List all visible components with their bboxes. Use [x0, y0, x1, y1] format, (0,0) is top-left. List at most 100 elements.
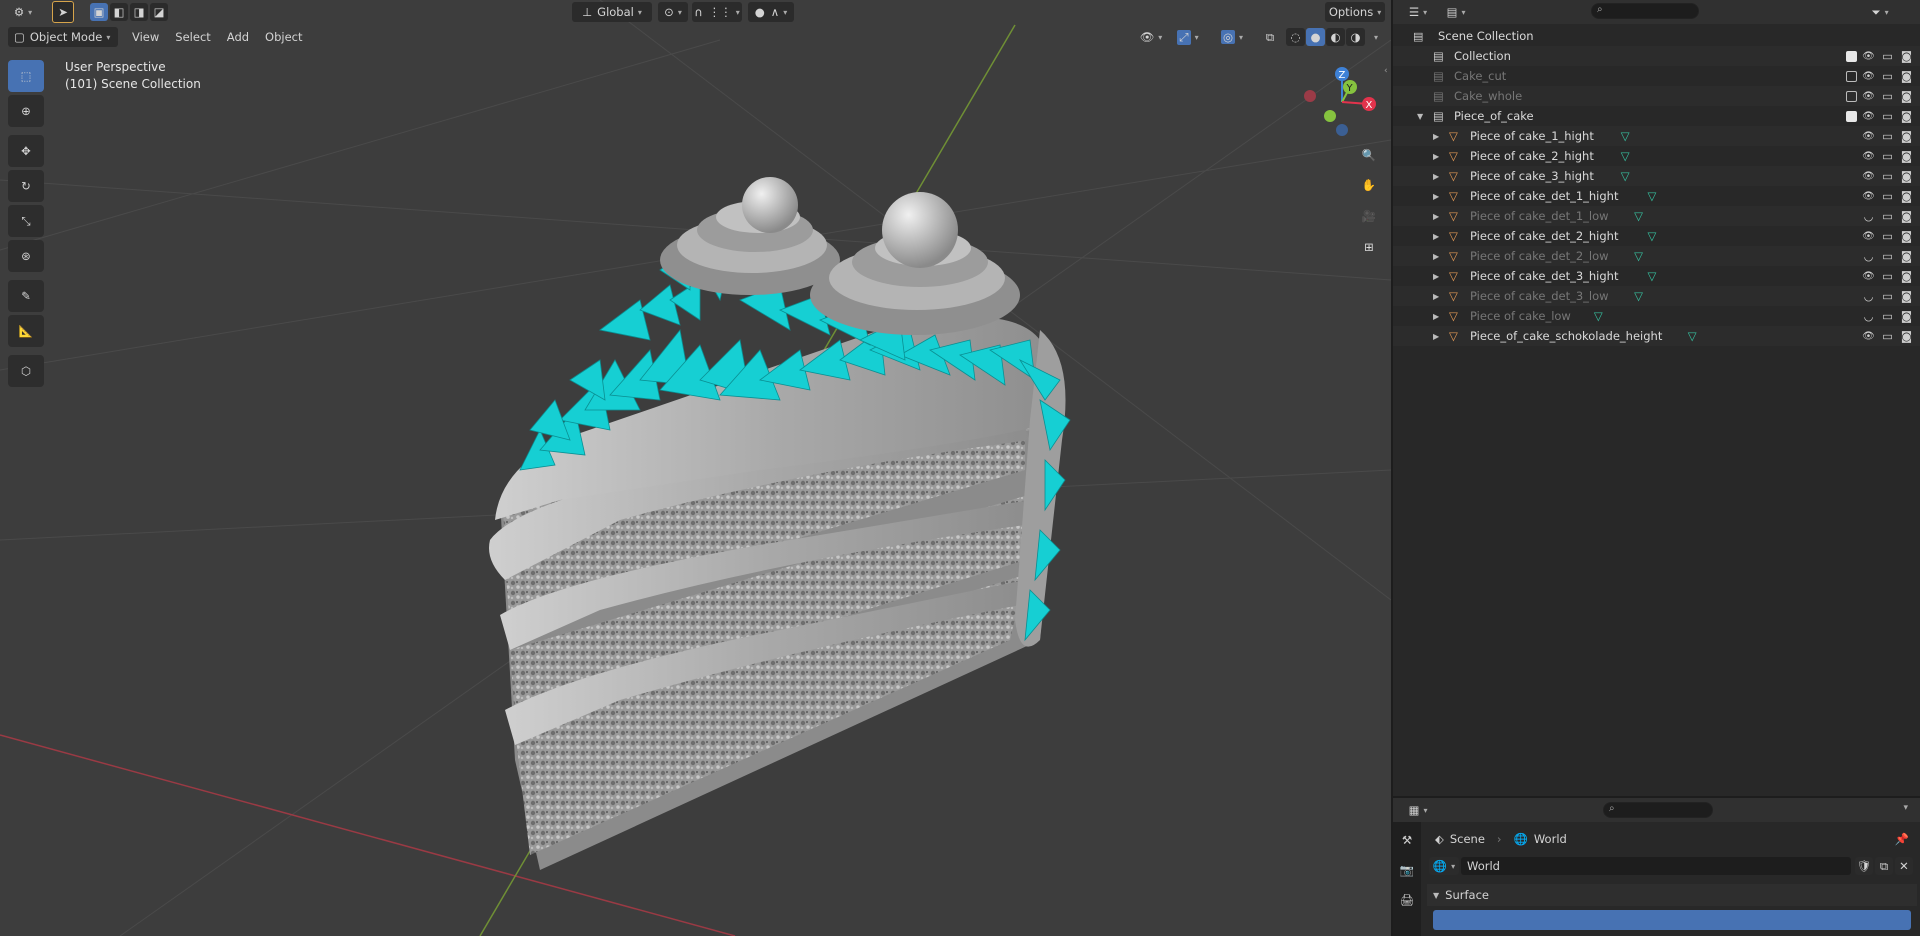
- eye-icon[interactable]: 👁: [1861, 189, 1876, 203]
- overlays-toggle[interactable]: ◎ ▾: [1214, 27, 1250, 47]
- eye-icon[interactable]: 👁: [1861, 149, 1876, 163]
- select-tool-button[interactable]: ➤: [52, 1, 74, 23]
- menu-view[interactable]: View: [124, 27, 167, 47]
- subtract-selection-button[interactable]: ◨: [130, 3, 148, 21]
- fake-user-button[interactable]: 🛡: [1855, 857, 1873, 875]
- properties-collapse-icon[interactable]: ▾: [1903, 803, 1908, 813]
- measure-tool[interactable]: 📐: [8, 315, 44, 347]
- render-camera-icon[interactable]: ◙: [1899, 169, 1914, 183]
- outliner-row[interactable]: ▤ Cake_cut 👁 ▭ ◙: [1393, 66, 1920, 86]
- gizmo-toggle[interactable]: ⤢ ▾: [1170, 27, 1206, 47]
- expand-toggle-icon[interactable]: ▶: [1433, 272, 1439, 281]
- outliner-row[interactable]: ▶ ▽ Piece_of_cake_schokolade_height ▽ 👁 ▭ ◙: [1393, 326, 1920, 346]
- monitor-icon[interactable]: ▭: [1880, 109, 1895, 123]
- render-camera-icon[interactable]: ◙: [1899, 229, 1914, 243]
- outliner-row[interactable]: ▶ ▽ Piece of cake_low ▽ ◡ ▭ ◙: [1393, 306, 1920, 326]
- outliner-editor-type-button[interactable]: ☰ ▾: [1403, 2, 1433, 22]
- mesh-data-icon[interactable]: ▽: [1648, 269, 1657, 283]
- unlink-world-button[interactable]: ✕: [1895, 857, 1913, 875]
- outliner-row-label[interactable]: Piece of cake_3_hight: [1470, 169, 1594, 183]
- render-camera-icon[interactable]: ◙: [1899, 309, 1914, 323]
- add-cube-tool[interactable]: ⬡: [8, 355, 44, 387]
- outliner-row-label[interactable]: Collection: [1454, 49, 1511, 63]
- annotate-tool[interactable]: ✎: [8, 280, 44, 312]
- ortho-toggle-button[interactable]: ⊞: [1357, 235, 1381, 259]
- outliner-row-label[interactable]: Piece of cake_low: [1470, 309, 1571, 323]
- monitor-icon[interactable]: ▭: [1880, 89, 1895, 103]
- mesh-data-icon[interactable]: ▽: [1634, 249, 1643, 263]
- extend-selection-button[interactable]: ◧: [110, 3, 128, 21]
- monitor-icon[interactable]: ▭: [1880, 229, 1895, 243]
- render-camera-icon[interactable]: ◙: [1899, 189, 1914, 203]
- wireframe-shading-button[interactable]: ◌: [1286, 28, 1305, 46]
- eye-closed-icon[interactable]: ◡: [1861, 309, 1876, 323]
- expand-toggle-icon[interactable]: ▶: [1433, 192, 1439, 201]
- gizmo-neg-x-axis[interactable]: [1304, 90, 1316, 102]
- monitor-icon[interactable]: ▭: [1880, 49, 1895, 63]
- eye-icon[interactable]: 👁: [1861, 169, 1876, 183]
- outliner-row-label[interactable]: Piece of cake_det_2_hight: [1470, 229, 1618, 243]
- visibility-dropdown[interactable]: 👁 ▾: [1135, 27, 1167, 47]
- exclude-checkbox[interactable]: [1846, 70, 1857, 82]
- scale-tool[interactable]: ⤡: [8, 205, 44, 237]
- monitor-icon[interactable]: ▭: [1880, 269, 1895, 283]
- eye-icon[interactable]: 👁: [1861, 69, 1876, 83]
- tab-output[interactable]: 🖨: [1395, 888, 1419, 912]
- render-camera-icon[interactable]: ◙: [1899, 329, 1914, 343]
- pin-icon[interactable]: 📌: [1895, 832, 1909, 846]
- monitor-icon[interactable]: ▭: [1880, 169, 1895, 183]
- eye-icon[interactable]: 👁: [1861, 129, 1876, 143]
- monitor-icon[interactable]: ▭: [1880, 209, 1895, 223]
- filter-dropdown[interactable]: ⏷ ▾: [1863, 2, 1897, 22]
- outliner-row[interactable]: ▶ ▽ Piece of cake_det_3_low ▽ ◡ ▭ ◙: [1393, 286, 1920, 306]
- mesh-data-icon[interactable]: ▽: [1621, 129, 1630, 143]
- exclude-checkbox[interactable]: [1846, 110, 1857, 122]
- expand-toggle-icon[interactable]: ▶: [1433, 232, 1439, 241]
- eye-icon[interactable]: 👁: [1861, 89, 1876, 103]
- camera-view-button[interactable]: 🎥: [1357, 204, 1381, 228]
- exclude-checkbox[interactable]: [1846, 50, 1857, 62]
- sidebar-toggle-icon[interactable]: ‹: [1384, 66, 1388, 76]
- outliner-row[interactable]: ▶ ▽ Piece of cake_1_hight ▽ 👁 ▭ ◙: [1393, 126, 1920, 146]
- expand-toggle-icon[interactable]: ▶: [1433, 172, 1439, 181]
- outliner-row-label[interactable]: Cake_cut: [1454, 69, 1506, 83]
- render-camera-icon[interactable]: ◙: [1899, 49, 1914, 63]
- render-camera-icon[interactable]: ◙: [1899, 269, 1914, 283]
- properties-search-input[interactable]: ⌕: [1603, 802, 1713, 818]
- outliner-row-label[interactable]: Piece of cake_2_hight: [1470, 149, 1594, 163]
- mesh-data-icon[interactable]: ▽: [1634, 289, 1643, 303]
- monitor-icon[interactable]: ▭: [1880, 149, 1895, 163]
- mesh-data-icon[interactable]: ▽: [1621, 169, 1630, 183]
- monitor-icon[interactable]: ▭: [1880, 289, 1895, 303]
- render-camera-icon[interactable]: ◙: [1899, 89, 1914, 103]
- expand-toggle-icon[interactable]: ▶: [1433, 252, 1439, 261]
- outliner-row-label[interactable]: Piece of cake_det_1_low: [1470, 209, 1609, 223]
- outliner-row[interactable]: ▶ ▽ Piece of cake_2_hight ▽ 👁 ▭ ◙: [1393, 146, 1920, 166]
- outliner-row-scene-collection[interactable]: ▤ Scene Collection: [1393, 26, 1920, 46]
- cursor-tool[interactable]: ⊕: [8, 95, 44, 127]
- outliner-row-label[interactable]: Piece of cake_det_3_hight: [1470, 269, 1618, 283]
- eye-icon[interactable]: 👁: [1861, 229, 1876, 243]
- outliner-row[interactable]: ▶ ▽ Piece of cake_det_2_hight ▽ 👁 ▭ ◙: [1393, 226, 1920, 246]
- monitor-icon[interactable]: ▭: [1880, 129, 1895, 143]
- expand-toggle-icon[interactable]: ▶: [1433, 152, 1439, 161]
- outliner-row-label[interactable]: Piece of cake_det_3_low: [1470, 289, 1609, 303]
- pivot-point-dropdown[interactable]: ⊙ ▾: [658, 2, 688, 22]
- breadcrumb-world[interactable]: World: [1534, 832, 1567, 846]
- monitor-icon[interactable]: ▭: [1880, 189, 1895, 203]
- expand-toggle-icon[interactable]: ▶: [1433, 212, 1439, 221]
- gizmo-neg-z-axis[interactable]: [1336, 124, 1348, 136]
- new-selection-button[interactable]: ▣: [90, 3, 108, 21]
- proportional-edit-dropdown[interactable]: ● ∧ ▾: [748, 2, 794, 22]
- move-tool[interactable]: ✥: [8, 135, 44, 167]
- material-shading-button[interactable]: ◐: [1326, 28, 1345, 46]
- outliner-row[interactable]: ▶ ▽ Piece of cake_det_3_hight ▽ 👁 ▭ ◙: [1393, 266, 1920, 286]
- display-mode-dropdown[interactable]: ▤ ▾: [1441, 2, 1471, 22]
- render-camera-icon[interactable]: ◙: [1899, 209, 1914, 223]
- mesh-data-icon[interactable]: ▽: [1648, 229, 1657, 243]
- render-camera-icon[interactable]: ◙: [1899, 149, 1914, 163]
- render-camera-icon[interactable]: ◙: [1899, 69, 1914, 83]
- outliner-row[interactable]: ▶ ▽ Piece of cake_det_1_hight ▽ 👁 ▭ ◙: [1393, 186, 1920, 206]
- mesh-data-icon[interactable]: ▽: [1634, 209, 1643, 223]
- render-camera-icon[interactable]: ◙: [1899, 249, 1914, 263]
